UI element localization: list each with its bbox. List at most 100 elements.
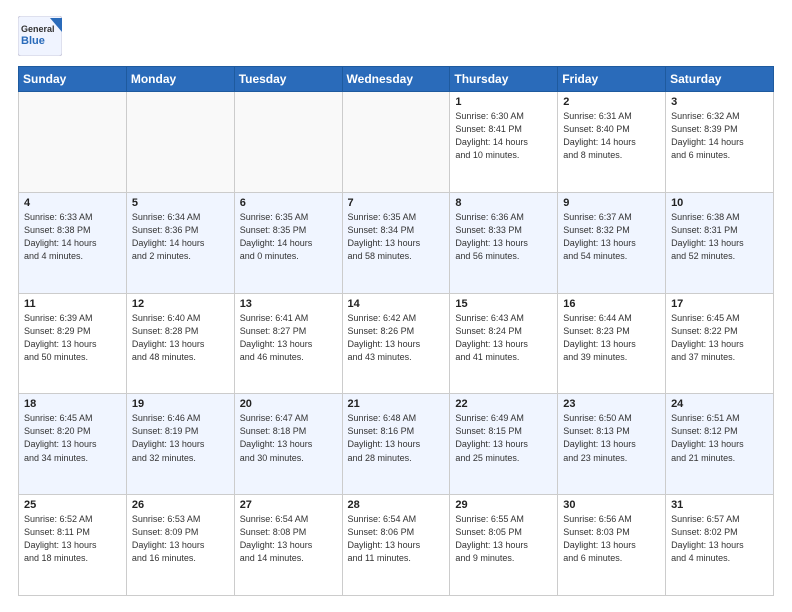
week-row-5: 25 Sunrise: 6:52 AM Sunset: 8:11 PM Dayli…: [19, 495, 774, 596]
day-number: 29: [455, 499, 552, 511]
day-number: 5: [132, 197, 229, 209]
weekday-header-tuesday: Tuesday: [234, 67, 342, 92]
day-info: Sunrise: 6:35 AM Sunset: 8:34 PM Dayligh…: [348, 211, 445, 263]
day-info: Sunrise: 6:44 AM Sunset: 8:23 PM Dayligh…: [563, 312, 660, 364]
day-cell-1: 1 Sunrise: 6:30 AM Sunset: 8:41 PM Daylig…: [450, 92, 558, 193]
day-number: 7: [348, 197, 445, 209]
day-number: 22: [455, 398, 552, 410]
empty-cell: [126, 92, 234, 193]
day-info: Sunrise: 6:34 AM Sunset: 8:36 PM Dayligh…: [132, 211, 229, 263]
day-cell-20: 20Sunrise: 6:47 AM Sunset: 8:18 PM Dayli…: [234, 394, 342, 495]
day-number: 15: [455, 298, 552, 310]
day-cell-30: 30 Sunrise: 6:56 AM Sunset: 8:03 PM Dayli…: [558, 495, 666, 596]
day-info: Sunrise: 6:40 AM Sunset: 8:28 PM Dayligh…: [132, 312, 229, 364]
week-row-3: 11Sunrise: 6:39 AM Sunset: 8:29 PM Dayli…: [19, 293, 774, 394]
day-info: Sunrise: 6:53 AM Sunset: 8:09 PM Dayligh…: [132, 513, 229, 565]
empty-cell: [234, 92, 342, 193]
day-cell-9: 9 Sunrise: 6:37 AM Sunset: 8:32 PM Daylig…: [558, 192, 666, 293]
day-info: Sunrise: 6:49 AM Sunset: 8:15 PM Dayligh…: [455, 412, 552, 464]
day-number: 14: [348, 298, 445, 310]
day-cell-23: 23Sunrise: 6:50 AM Sunset: 8:13 PM Dayli…: [558, 394, 666, 495]
day-cell-28: 28Sunrise: 6:54 AM Sunset: 8:06 PM Dayli…: [342, 495, 450, 596]
day-number: 9: [563, 197, 660, 209]
day-cell-18: 18Sunrise: 6:45 AM Sunset: 8:20 PM Dayli…: [19, 394, 127, 495]
week-row-1: 1 Sunrise: 6:30 AM Sunset: 8:41 PM Daylig…: [19, 92, 774, 193]
day-cell-26: 26 Sunrise: 6:53 AM Sunset: 8:09 PM Dayli…: [126, 495, 234, 596]
day-cell-14: 14 Sunrise: 6:42 AM Sunset: 8:26 PM Dayli…: [342, 293, 450, 394]
day-cell-15: 15 Sunrise: 6:43 AM Sunset: 8:24 PM Dayli…: [450, 293, 558, 394]
day-number: 12: [132, 298, 229, 310]
week-row-2: 4 Sunrise: 6:33 AM Sunset: 8:38 PM Daylig…: [19, 192, 774, 293]
day-info: Sunrise: 6:42 AM Sunset: 8:26 PM Dayligh…: [348, 312, 445, 364]
day-info: Sunrise: 6:30 AM Sunset: 8:41 PM Dayligh…: [455, 110, 552, 162]
calendar-table: SundayMondayTuesdayWednesdayThursdayFrid…: [18, 66, 774, 596]
day-info: Sunrise: 6:52 AM Sunset: 8:11 PM Dayligh…: [24, 513, 121, 565]
day-number: 18: [24, 398, 121, 410]
day-info: Sunrise: 6:41 AM Sunset: 8:27 PM Dayligh…: [240, 312, 337, 364]
day-cell-8: 8 Sunrise: 6:36 AM Sunset: 8:33 PM Daylig…: [450, 192, 558, 293]
day-number: 26: [132, 499, 229, 511]
day-info: Sunrise: 6:33 AM Sunset: 8:38 PM Dayligh…: [24, 211, 121, 263]
day-number: 3: [671, 96, 768, 108]
day-cell-25: 25 Sunrise: 6:52 AM Sunset: 8:11 PM Dayli…: [19, 495, 127, 596]
day-cell-5: 5 Sunrise: 6:34 AM Sunset: 8:36 PM Daylig…: [126, 192, 234, 293]
day-info: Sunrise: 6:48 AM Sunset: 8:16 PM Dayligh…: [348, 412, 445, 464]
day-number: 6: [240, 197, 337, 209]
day-cell-13: 13Sunrise: 6:41 AM Sunset: 8:27 PM Dayli…: [234, 293, 342, 394]
day-info: Sunrise: 6:51 AM Sunset: 8:12 PM Dayligh…: [671, 412, 768, 464]
day-cell-31: 31 Sunrise: 6:57 AM Sunset: 8:02 PM Dayli…: [666, 495, 774, 596]
page: General Blue SundayMondayTuesdayWednesda…: [0, 0, 792, 612]
day-number: 17: [671, 298, 768, 310]
day-info: Sunrise: 6:43 AM Sunset: 8:24 PM Dayligh…: [455, 312, 552, 364]
day-cell-19: 19 Sunrise: 6:46 AM Sunset: 8:19 PM Dayli…: [126, 394, 234, 495]
day-number: 1: [455, 96, 552, 108]
day-number: 20: [240, 398, 337, 410]
day-info: Sunrise: 6:38 AM Sunset: 8:31 PM Dayligh…: [671, 211, 768, 263]
day-cell-2: 2Sunrise: 6:31 AM Sunset: 8:40 PM Daylig…: [558, 92, 666, 193]
day-info: Sunrise: 6:46 AM Sunset: 8:19 PM Dayligh…: [132, 412, 229, 464]
day-cell-3: 3 Sunrise: 6:32 AM Sunset: 8:39 PM Daylig…: [666, 92, 774, 193]
day-info: Sunrise: 6:57 AM Sunset: 8:02 PM Dayligh…: [671, 513, 768, 565]
day-number: 24: [671, 398, 768, 410]
day-number: 21: [348, 398, 445, 410]
day-info: Sunrise: 6:56 AM Sunset: 8:03 PM Dayligh…: [563, 513, 660, 565]
day-cell-4: 4 Sunrise: 6:33 AM Sunset: 8:38 PM Daylig…: [19, 192, 127, 293]
day-info: Sunrise: 6:35 AM Sunset: 8:35 PM Dayligh…: [240, 211, 337, 263]
day-cell-17: 17 Sunrise: 6:45 AM Sunset: 8:22 PM Dayli…: [666, 293, 774, 394]
weekday-header-row: SundayMondayTuesdayWednesdayThursdayFrid…: [19, 67, 774, 92]
header: General Blue: [18, 16, 774, 56]
day-cell-22: 22 Sunrise: 6:49 AM Sunset: 8:15 PM Dayli…: [450, 394, 558, 495]
day-info: Sunrise: 6:36 AM Sunset: 8:33 PM Dayligh…: [455, 211, 552, 263]
day-cell-29: 29 Sunrise: 6:55 AM Sunset: 8:05 PM Dayli…: [450, 495, 558, 596]
weekday-header-saturday: Saturday: [666, 67, 774, 92]
day-number: 10: [671, 197, 768, 209]
svg-text:General: General: [21, 24, 55, 34]
weekday-header-friday: Friday: [558, 67, 666, 92]
day-info: Sunrise: 6:39 AM Sunset: 8:29 PM Dayligh…: [24, 312, 121, 364]
day-number: 31: [671, 499, 768, 511]
day-info: Sunrise: 6:54 AM Sunset: 8:06 PM Dayligh…: [348, 513, 445, 565]
weekday-header-thursday: Thursday: [450, 67, 558, 92]
weekday-header-monday: Monday: [126, 67, 234, 92]
day-cell-10: 10 Sunrise: 6:38 AM Sunset: 8:31 PM Dayli…: [666, 192, 774, 293]
day-cell-12: 12 Sunrise: 6:40 AM Sunset: 8:28 PM Dayli…: [126, 293, 234, 394]
week-row-4: 18Sunrise: 6:45 AM Sunset: 8:20 PM Dayli…: [19, 394, 774, 495]
day-number: 8: [455, 197, 552, 209]
day-number: 27: [240, 499, 337, 511]
day-number: 4: [24, 197, 121, 209]
empty-cell: [342, 92, 450, 193]
day-number: 30: [563, 499, 660, 511]
day-info: Sunrise: 6:45 AM Sunset: 8:22 PM Dayligh…: [671, 312, 768, 364]
day-cell-24: 24 Sunrise: 6:51 AM Sunset: 8:12 PM Dayli…: [666, 394, 774, 495]
day-info: Sunrise: 6:37 AM Sunset: 8:32 PM Dayligh…: [563, 211, 660, 263]
day-number: 25: [24, 499, 121, 511]
day-info: Sunrise: 6:55 AM Sunset: 8:05 PM Dayligh…: [455, 513, 552, 565]
day-info: Sunrise: 6:54 AM Sunset: 8:08 PM Dayligh…: [240, 513, 337, 565]
logo: General Blue: [18, 16, 62, 56]
logo-svg: General Blue: [18, 16, 62, 56]
day-info: Sunrise: 6:32 AM Sunset: 8:39 PM Dayligh…: [671, 110, 768, 162]
empty-cell: [19, 92, 127, 193]
day-number: 19: [132, 398, 229, 410]
day-number: 23: [563, 398, 660, 410]
day-cell-27: 27 Sunrise: 6:54 AM Sunset: 8:08 PM Dayli…: [234, 495, 342, 596]
